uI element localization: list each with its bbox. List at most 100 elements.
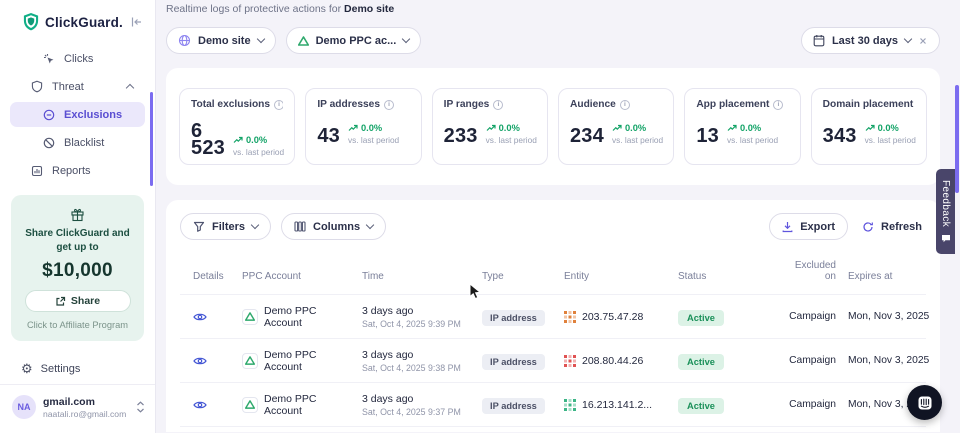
funnel-icon [193,221,205,232]
chevron-down-icon [904,35,912,43]
ip-grid-icon [564,311,576,323]
stat-card-ip-ranges: IP ranges 233 0.0% vs. last period [432,88,548,165]
nav-label: Clicks [64,53,93,65]
sidebar-scrollbar[interactable] [150,92,153,186]
trend-period: vs. last period [348,135,399,145]
table-row: Demo PPC Account 3 days agoSat, Oct 4, 2… [180,294,926,338]
ppc-account-icon [242,353,258,369]
filters-button[interactable]: Filters [180,213,271,240]
main-content: Realtime logs of protective actions for … [156,0,960,433]
trend-period: vs. last period [233,147,284,157]
trend-value: 0.0% [361,123,382,133]
view-details-icon[interactable] [193,356,230,366]
brand-header: ClickGuard. [0,0,155,42]
entity-value: 208.80.44.26 [582,355,643,367]
account-name: Demo PPC Account [264,349,354,373]
shield-icon [30,80,44,93]
trend-up-icon [233,136,243,144]
sidebar-item-blacklist[interactable]: Blacklist [10,130,145,155]
type-badge: IP address [482,398,545,414]
col-header-expires-at: Expires at [836,271,926,282]
chevron-up-down-icon [136,401,145,413]
stat-label: Domain placement [823,99,914,110]
view-details-icon[interactable] [193,312,230,322]
chat-widget-button[interactable] [907,385,942,420]
stat-card-domain-placement: Domain placement 343 0.0% vs. last perio… [811,88,927,165]
export-button[interactable]: Export [769,213,848,240]
nav-label: Reports [52,165,91,177]
info-icon[interactable] [620,100,630,110]
time-relative: 3 days ago [362,349,476,361]
promo-text-line2: get up to [19,241,136,255]
table-row: Demo PPC Account 3 days agoSat, Oct 4, 2… [180,338,926,382]
ip-grid-icon [564,399,576,411]
external-link-icon [55,296,66,307]
gift-icon [70,207,85,222]
sidebar-item-clicks[interactable]: Clicks [10,46,145,71]
sidebar-collapse-icon[interactable] [130,16,143,28]
info-icon[interactable] [384,100,394,110]
refresh-button[interactable]: Refresh [858,213,926,240]
sidebar-item-exclusions[interactable]: Exclusions [10,102,145,127]
user-menu[interactable]: NA gmail.com naatali.ro@gmail.com [0,384,155,433]
info-icon[interactable] [274,100,283,110]
clickguard-logo-icon [22,12,40,32]
time-absolute: Sat, Oct 4, 2025 9:37 PM [362,407,476,417]
trend-period: vs. last period [612,135,663,145]
gear-icon: ⚙ [21,362,33,375]
status-badge: Active [678,310,724,326]
sidebar-item-settings[interactable]: ⚙ Settings [0,353,155,384]
stat-card-app-placement: App placement 13 0.0% vs. last period [684,88,800,165]
sidebar-item-threat[interactable]: Threat [10,74,145,99]
col-header-account: PPC Account [230,271,354,282]
settings-label: Settings [41,363,81,375]
col-header-excluded-on: Excluded on [774,260,836,282]
info-icon[interactable] [493,100,503,110]
feedback-chat-icon [941,234,951,243]
columns-button-label: Columns [313,221,360,233]
account-filter-dropdown[interactable]: Demo PPC ac... [286,27,422,54]
date-range-label: Last 30 days [832,35,898,47]
sidebar-item-reports[interactable]: Reports [10,158,145,183]
col-header-type: Type [476,271,564,282]
info-icon[interactable] [773,100,783,110]
col-header-status: Status [678,271,774,282]
share-button[interactable]: Share [25,290,131,312]
stat-label: Total exclusions [191,99,270,110]
ppc-account-icon [242,309,258,325]
trend-period: vs. last period [865,135,916,145]
affiliate-link[interactable]: Click to Affiliate Program [19,320,136,330]
sidebar: ClickGuard. Clicks Threat [0,0,156,433]
refresh-icon [862,221,874,233]
stat-label: IP addresses [317,99,380,110]
view-details-icon[interactable] [193,400,230,410]
brand-name: ClickGuard. [45,15,125,30]
trend-up-icon [865,124,875,132]
stat-value: 233 [444,128,478,145]
trend-value: 0.0% [878,123,899,133]
minus-circle-icon [42,109,56,121]
chat-bubble-icon [917,395,933,411]
stat-label: App placement [696,99,769,110]
site-filter-dropdown[interactable]: Demo site [166,27,276,54]
stat-value: 234 [570,128,604,145]
stat-label: IP ranges [444,99,490,110]
nav-label: Blacklist [64,137,104,149]
subtitle-text: Realtime logs of protective actions for [166,3,341,15]
promo-amount: $10,000 [19,260,136,282]
stat-card-ip-addresses: IP addresses 43 0.0% vs. last period [305,88,421,165]
globe-icon [178,34,191,47]
account-filter-label: Demo PPC ac... [316,35,397,47]
clear-date-icon[interactable] [918,36,928,46]
calendar-icon [813,34,825,47]
page-scrollbar[interactable] [955,85,959,193]
account-name: Demo PPC Account [264,393,354,417]
date-range-picker[interactable]: Last 30 days [801,27,940,54]
stat-card-total-exclusions: Total exclusions 6 523 0.0% vs. last per… [179,88,295,165]
feedback-tab[interactable]: Feedback [936,169,955,254]
stats-panel: Total exclusions 6 523 0.0% vs. last per… [166,68,940,185]
chevron-up-icon [127,82,133,91]
col-header-time: Time [354,271,476,282]
columns-button[interactable]: Columns [281,213,386,240]
site-filter-label: Demo site [198,35,251,47]
